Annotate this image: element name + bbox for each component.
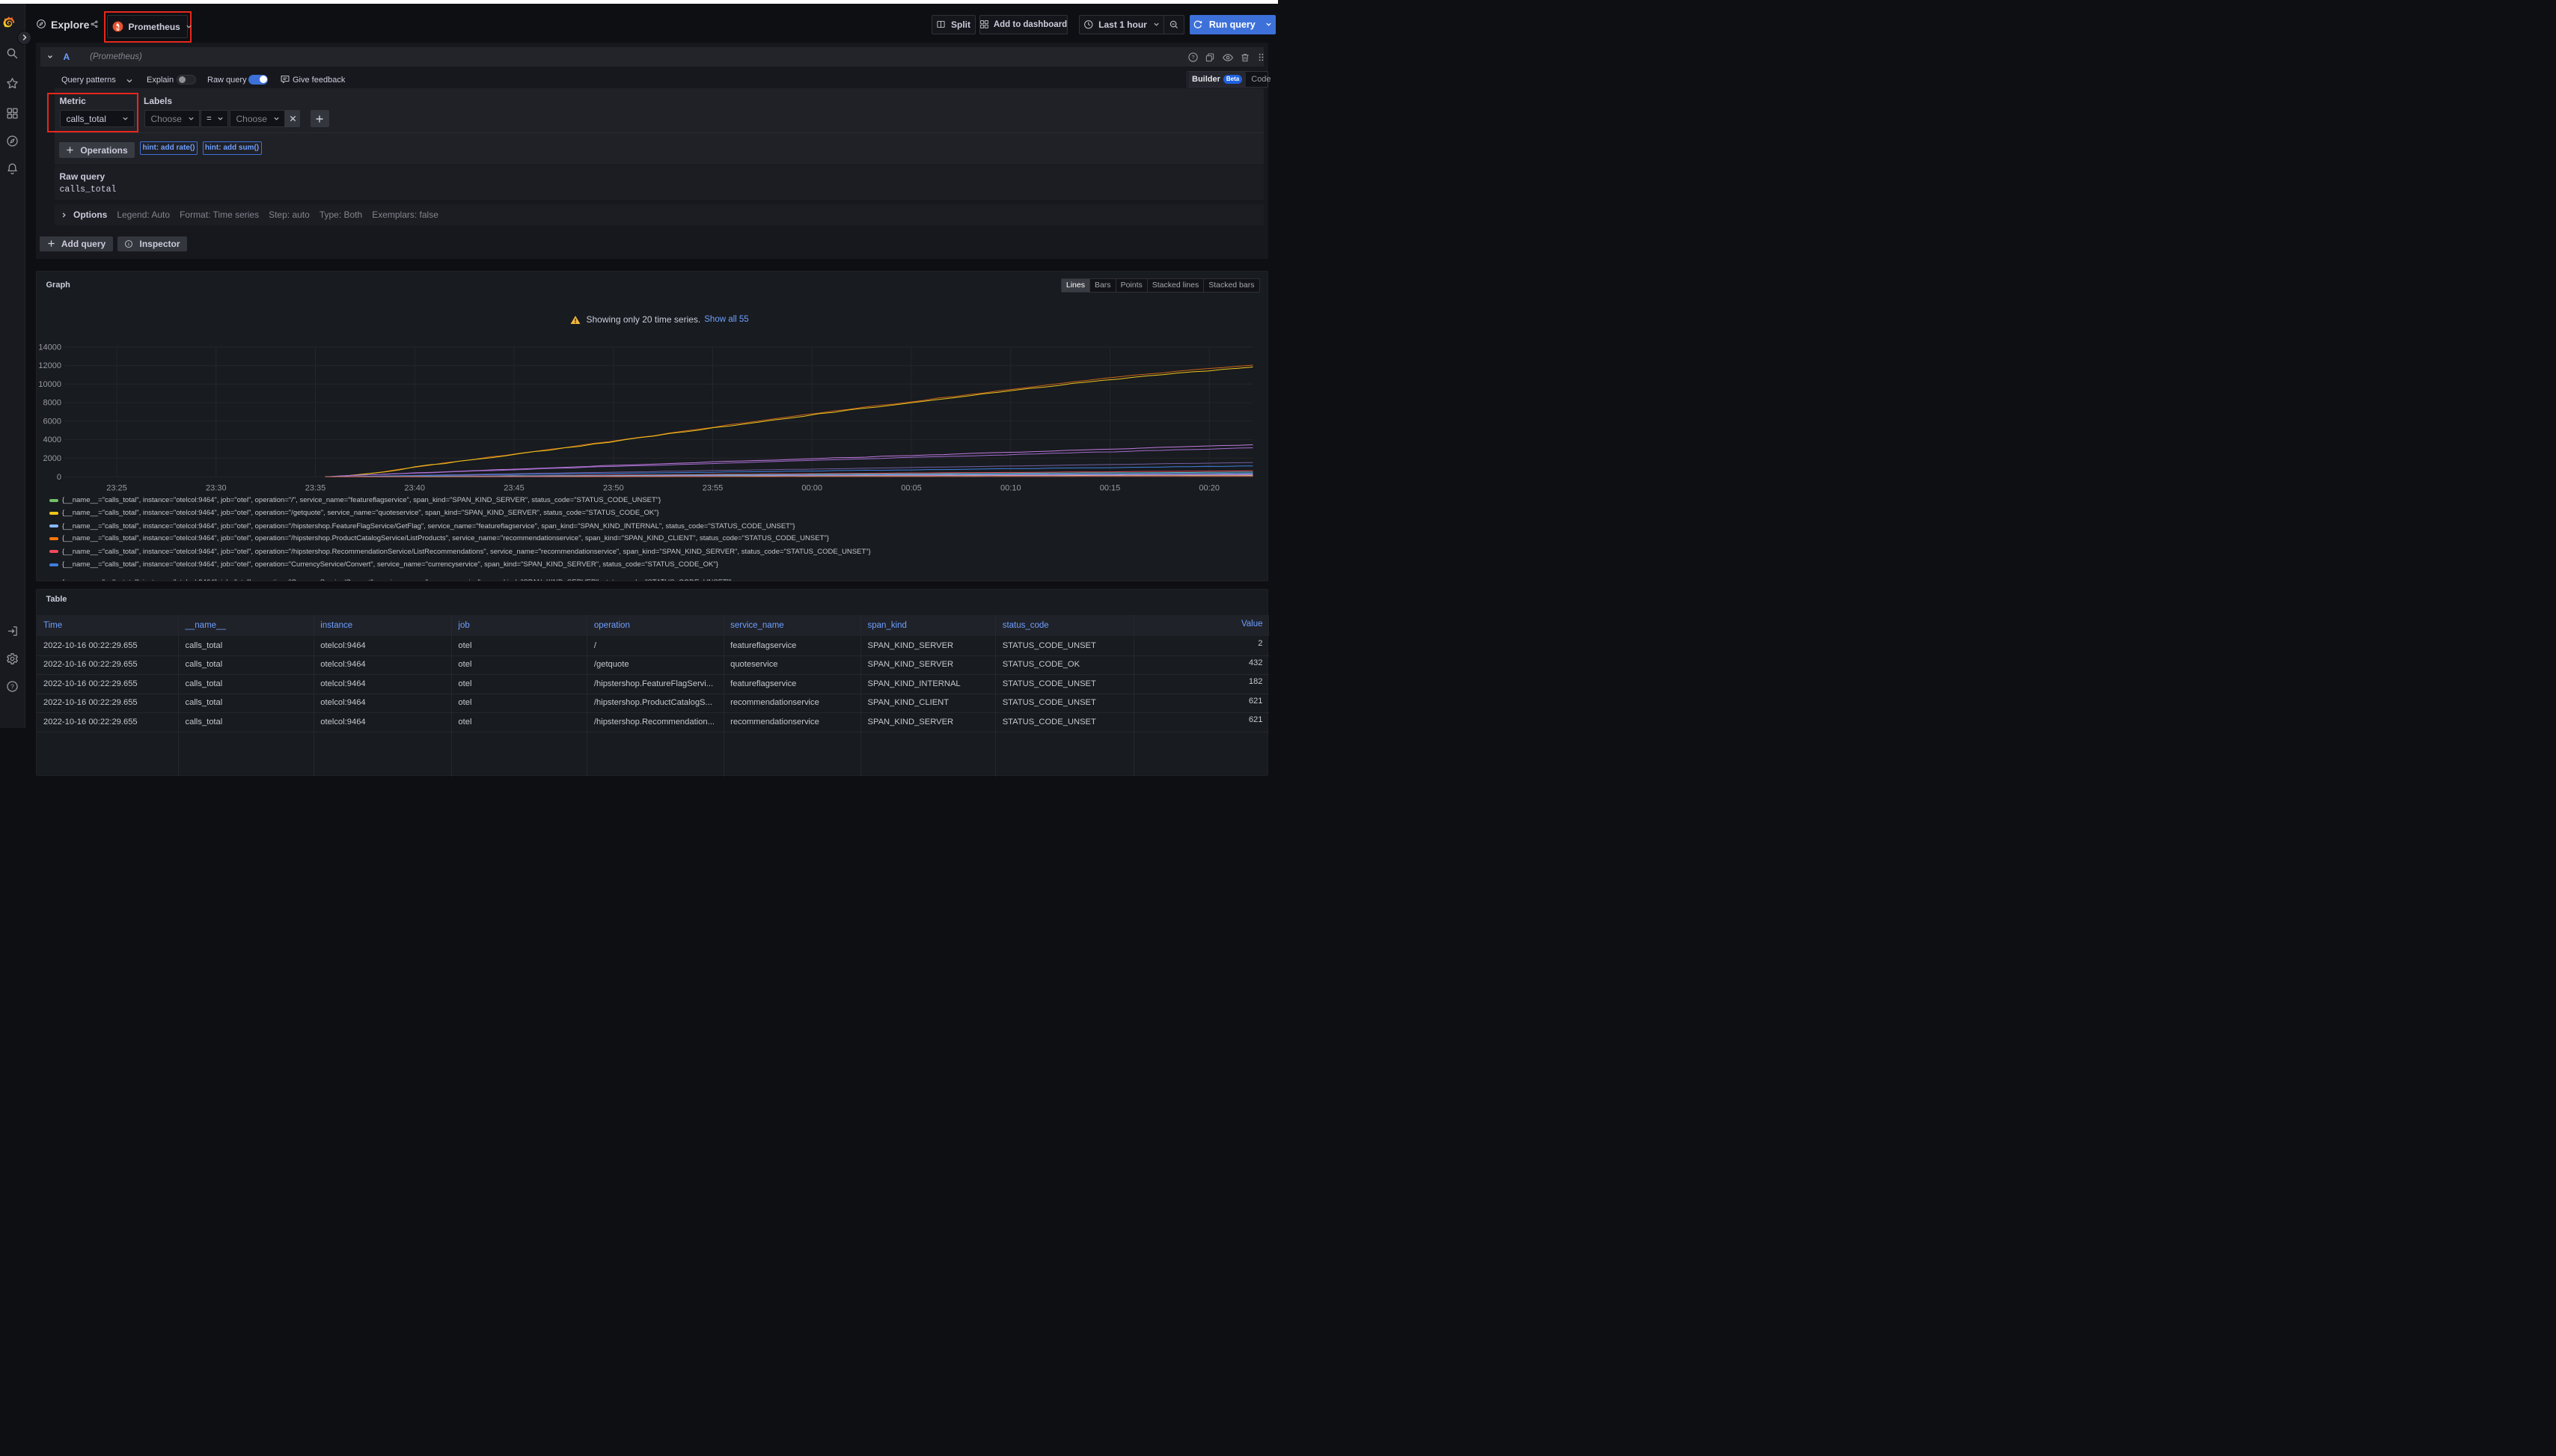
svg-text:?: ? — [10, 682, 14, 690]
svg-text:4000: 4000 — [43, 435, 61, 444]
svg-text:8000: 8000 — [43, 398, 61, 407]
svg-text:23:55: 23:55 — [702, 483, 723, 492]
svg-text:23:25: 23:25 — [106, 483, 127, 492]
svg-text:00:05: 00:05 — [901, 483, 922, 492]
svg-text:23:50: 23:50 — [603, 483, 624, 492]
svg-text:00:20: 00:20 — [1199, 483, 1220, 492]
svg-text:00:10: 00:10 — [1000, 483, 1021, 492]
svg-text:14000: 14000 — [38, 343, 61, 352]
svg-text:0: 0 — [56, 472, 61, 481]
svg-text:2000: 2000 — [43, 454, 61, 463]
svg-text:23:40: 23:40 — [404, 483, 425, 492]
svg-text:23:45: 23:45 — [504, 483, 525, 492]
svg-text:6000: 6000 — [43, 417, 61, 426]
svg-text:00:15: 00:15 — [1099, 483, 1120, 492]
svg-text:?: ? — [1192, 55, 1195, 61]
svg-text:23:30: 23:30 — [206, 483, 227, 492]
svg-text:23:35: 23:35 — [305, 483, 325, 492]
svg-text:10000: 10000 — [38, 379, 61, 388]
svg-text:00:00: 00:00 — [801, 483, 822, 492]
svg-text:12000: 12000 — [38, 361, 61, 370]
